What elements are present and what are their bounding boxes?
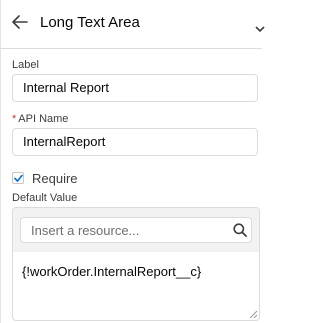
api-name-label-text: API Name [18,113,69,125]
page-title: Long Text Area [40,14,140,31]
resource-search-placeholder: Insert a resource... [31,223,140,238]
label-field-label: Label [12,59,39,71]
require-checkbox-row[interactable]: Require [12,170,78,186]
checkmark-icon [14,174,23,182]
api-name-field-label: * API Name [12,113,68,125]
resize-grip-icon[interactable] [249,310,258,319]
property-editor-panel: Long Text Area Label Internal Report * AP… [0,0,265,323]
require-checkbox-label: Require [32,170,78,186]
required-marker: * [12,113,17,125]
default-value-text[interactable]: {!workOrder.InternalReport__c} [22,264,201,279]
back-arrow-icon [12,15,28,29]
search-icon[interactable] [233,223,247,237]
api-name-input[interactable]: InternalReport [12,128,258,156]
label-input[interactable]: Internal Report [12,74,258,102]
collapse-button[interactable] [255,20,265,33]
default-value-editor[interactable]: Insert a resource... {!workOrder.Interna… [12,207,260,321]
chevron-down-icon [255,26,265,33]
panel-header: Long Text Area [0,0,265,49]
back-button[interactable] [12,15,32,33]
resource-picker-bar: Insert a resource... [13,208,259,252]
resource-search-input[interactable]: Insert a resource... [20,217,252,243]
default-value-field-label: Default Value [12,192,78,204]
require-checkbox[interactable] [12,172,24,184]
